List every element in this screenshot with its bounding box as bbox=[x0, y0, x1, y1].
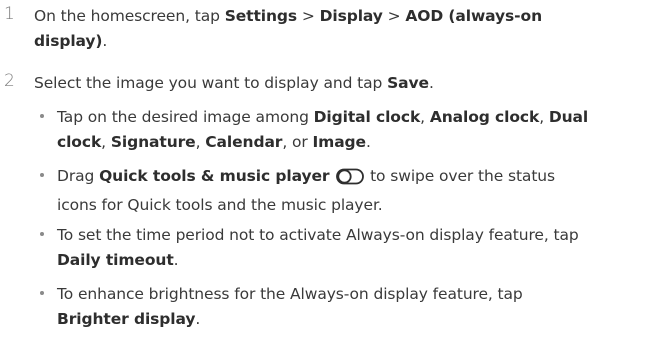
text-run: , or bbox=[282, 133, 313, 151]
quick-tools-label: Quick tools & music player bbox=[99, 167, 330, 185]
step-2-text: Select the image you want to display and… bbox=[34, 71, 634, 96]
option-dual-clock-cont: clock bbox=[57, 133, 102, 151]
option-calendar: Calendar bbox=[205, 133, 283, 151]
text-run: . bbox=[365, 133, 371, 151]
text-run: Drag bbox=[57, 167, 100, 185]
text-run: . bbox=[102, 32, 108, 50]
text-run: To enhance brightness for the Always-on … bbox=[57, 285, 523, 303]
step-1-text: On the homescreen, tap Settings > Displa… bbox=[34, 4, 634, 54]
text-run: icons for Quick tools and the music play… bbox=[57, 196, 383, 214]
option-image: Image bbox=[312, 133, 366, 151]
text-run: , bbox=[539, 108, 549, 126]
text-run: , bbox=[195, 133, 206, 151]
bullet-dot bbox=[40, 232, 44, 236]
step-1-number: 1 bbox=[4, 4, 15, 24]
text-run: . bbox=[173, 251, 179, 269]
text-run: Select the image you want to display and… bbox=[34, 74, 388, 92]
option-analog-clock: Analog clock bbox=[429, 108, 540, 126]
menu-path-display: Display bbox=[319, 7, 383, 25]
bullet-text: Tap on the desired image among Digital c… bbox=[57, 105, 642, 155]
text-run: To set the time period not to activate A… bbox=[57, 226, 579, 244]
toggle-switch-icon bbox=[336, 168, 365, 193]
menu-path-aod: AOD (always-on bbox=[405, 7, 542, 25]
option-signature: Signature bbox=[110, 133, 196, 151]
text-run: to swipe over the status bbox=[365, 167, 556, 185]
instruction-page: 1 On the homescreen, tap Settings > Disp… bbox=[0, 0, 645, 341]
text-run: Tap on the desired image among bbox=[57, 108, 314, 126]
text-run: > bbox=[297, 7, 320, 25]
option-dual-clock: Dual bbox=[548, 108, 589, 126]
text-run: , bbox=[101, 133, 111, 151]
bullet-dot bbox=[40, 173, 44, 177]
save-label: Save bbox=[387, 74, 429, 92]
bullet-text: To enhance brightness for the Always-on … bbox=[57, 282, 642, 332]
text-run: . bbox=[428, 74, 434, 92]
text-run: On the homescreen, tap bbox=[34, 7, 225, 25]
bullet-dot bbox=[40, 114, 44, 118]
text-run: . bbox=[195, 310, 201, 328]
bullet-text: To set the time period not to activate A… bbox=[57, 223, 642, 273]
text-run: , bbox=[420, 108, 430, 126]
text-run: > bbox=[382, 7, 406, 25]
brighter-display-label: Brighter display bbox=[57, 310, 196, 328]
daily-timeout-label: Daily timeout bbox=[57, 251, 174, 269]
menu-path-settings: Settings bbox=[224, 7, 298, 25]
step-2-number: 2 bbox=[4, 71, 15, 91]
bullet-text: Drag Quick tools & music player to swipe… bbox=[57, 164, 642, 218]
menu-path-aod-cont: display) bbox=[34, 32, 103, 50]
bullet-dot bbox=[40, 291, 44, 295]
option-digital-clock: Digital clock bbox=[313, 108, 421, 126]
